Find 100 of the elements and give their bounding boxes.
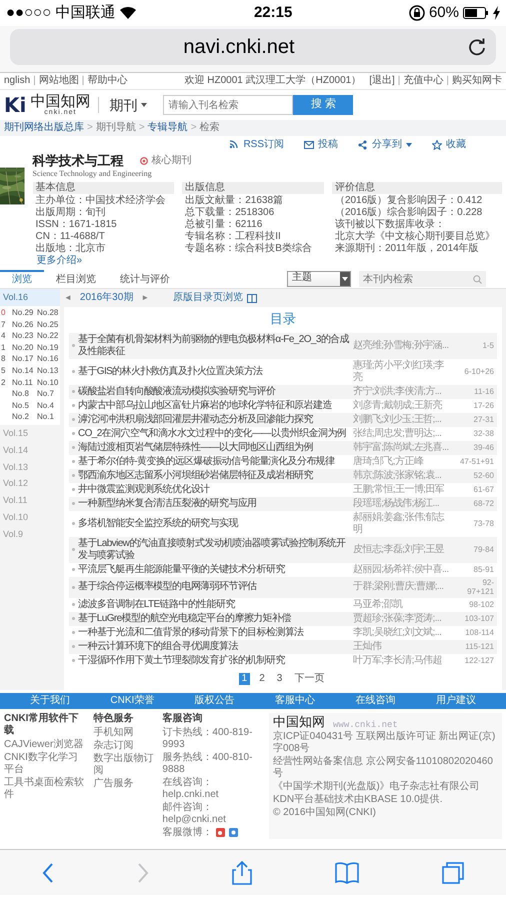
caret-icon[interactable] bbox=[141, 102, 148, 107]
search-field[interactable]: 请输入刊名检索 bbox=[163, 95, 294, 115]
article-title[interactable]: 基于综合停运概率模型的电网薄弱环节评估 bbox=[78, 581, 350, 594]
article-title[interactable]: 海陆过渡相页岩气储层特殊性——以大同地区山西组为例 bbox=[78, 442, 350, 454]
article-title[interactable]: 平流层飞艇再生能源能量平衡的关键技术分析研究 bbox=[78, 564, 350, 576]
issue-link[interactable]: No.2 bbox=[12, 412, 36, 422]
original-toc-link[interactable]: 原版目录页浏览 bbox=[173, 292, 244, 304]
action-link[interactable]: 收藏 bbox=[446, 139, 466, 151]
issue-link[interactable]: No.13 bbox=[37, 366, 61, 376]
share-button[interactable] bbox=[232, 860, 252, 884]
issue-link[interactable]: No.16 bbox=[37, 354, 61, 364]
caret-icon[interactable] bbox=[342, 277, 348, 282]
issue-link[interactable]: No.5 bbox=[12, 400, 36, 410]
issue-link[interactable]: No.14 bbox=[12, 366, 36, 376]
breadcrumb-link[interactable]: 期刊网络出版总库 bbox=[4, 122, 84, 134]
page-button[interactable]: 下一页 bbox=[291, 672, 328, 685]
article-title[interactable]: 基于GIS的林火扑救仿真及扑火位置决策方法 bbox=[78, 366, 350, 378]
footer-link[interactable]: 关于我们 bbox=[30, 694, 70, 707]
article-title[interactable]: 滹沱河冲洪积扇浅部回灌层井灌动态分析及回渗能力探究 bbox=[78, 414, 350, 426]
article-title[interactable]: CO_2在洞穴空气和滴水水文过程中的变化——以贵州织金洞为例 bbox=[78, 428, 350, 440]
breadcrumb-link[interactable]: 专辑导航 bbox=[148, 122, 188, 134]
tab[interactable]: 统计与评价 bbox=[108, 270, 182, 288]
topic-select[interactable]: 主题 bbox=[287, 271, 351, 288]
rss-icon[interactable] bbox=[229, 140, 240, 150]
article-title[interactable]: 一种云计算环境下的组合寻优调度算法 bbox=[78, 640, 350, 653]
volume-item[interactable]: Vol.16 bbox=[0, 289, 60, 306]
top-link[interactable]: 网站地图 bbox=[38, 75, 79, 87]
article-title[interactable]: 鄂西渝东地区志留系小河坝组砂岩储层特征及成岩相研究 bbox=[78, 470, 350, 482]
star-icon[interactable] bbox=[432, 140, 442, 150]
article-title[interactable]: 基于LuGre模型的航空光电稳定平台的摩擦力矩补偿 bbox=[78, 612, 350, 625]
user-link[interactable]: 购买知网卡 bbox=[452, 75, 502, 87]
envelope-icon[interactable] bbox=[304, 140, 314, 150]
footer-link[interactable]: 手机知网 bbox=[94, 726, 154, 739]
issue-link[interactable]: 2 bbox=[1, 378, 11, 388]
footer-link[interactable]: CNKI荣誉 bbox=[110, 694, 154, 707]
user-link[interactable]: [退出] bbox=[369, 75, 395, 87]
issue-link[interactable]: No.10 bbox=[37, 378, 61, 388]
user-link[interactable]: 充值中心 bbox=[403, 75, 444, 87]
top-link[interactable]: 帮助中心 bbox=[87, 75, 128, 87]
issue-link[interactable]: 5 bbox=[1, 366, 11, 376]
issue-link[interactable]: 0 bbox=[1, 308, 11, 318]
issue-link[interactable]: No.29 bbox=[12, 308, 36, 318]
search-button[interactable]: 搜 索 bbox=[293, 95, 354, 115]
social-icon[interactable] bbox=[229, 828, 238, 838]
issue-link[interactable]: No.25 bbox=[37, 320, 61, 330]
issue-link[interactable]: No.8 bbox=[12, 389, 36, 399]
article-title[interactable]: 多塔机智能安全监控系统的研究与实现 bbox=[78, 518, 350, 530]
issue-link[interactable]: No.4 bbox=[37, 400, 61, 410]
issue-link[interactable]: No.23 bbox=[12, 331, 36, 341]
issue-link[interactable]: 4 bbox=[1, 331, 11, 341]
article-title[interactable]: 井中微震监测观测系统优化设计 bbox=[78, 484, 350, 496]
issue-link[interactable]: No.28 bbox=[37, 308, 61, 318]
article-title[interactable]: 内蒙古中部乌拉山地区富钍片麻岩的地球化学特征和原岩建造 bbox=[78, 400, 350, 412]
article-title[interactable]: 基于Labview的汽油直接喷射式发动机喷油器喷雾试验控制系统开发与喷雾试验 bbox=[78, 538, 350, 562]
article-title[interactable]: 滤波多音调制在LTE链路中的性能研究 bbox=[78, 598, 350, 611]
journal-search-field[interactable]: 本刊内检索 bbox=[359, 271, 469, 288]
issue-link[interactable]: 1 bbox=[1, 342, 11, 352]
footer-link[interactable]: 版权公告 bbox=[194, 694, 235, 707]
issue-link[interactable]: No.1 bbox=[37, 412, 61, 422]
issue-link[interactable]: No.17 bbox=[12, 354, 36, 364]
footer-link[interactable]: 用户建议 bbox=[436, 694, 476, 707]
footer-link[interactable]: CNKI数字化学习平台 bbox=[4, 752, 86, 776]
footer-link[interactable]: CAJViewer浏览器 bbox=[4, 738, 86, 751]
page-button[interactable]: 2 bbox=[256, 672, 268, 685]
issue-link[interactable]: No.7 bbox=[37, 389, 61, 399]
article-title[interactable]: 一种基于光流和二值背景的移动背景下的目标检测算法 bbox=[78, 626, 350, 639]
article-title[interactable]: 干湿循环作用下黄土节理裂隙发育扩张的机制研究 bbox=[78, 654, 350, 667]
article-title[interactable]: 一种新型纳米复合清洁压裂液的研究与应用 bbox=[78, 498, 350, 510]
issue-link[interactable]: No.20 bbox=[12, 342, 36, 352]
issue-link[interactable]: 7 bbox=[1, 320, 11, 330]
bookmarks-button[interactable] bbox=[335, 860, 360, 884]
action-link[interactable]: RSS订阅 bbox=[243, 139, 284, 151]
more-link[interactable]: 更多介绍» bbox=[32, 255, 86, 266]
back-button[interactable] bbox=[42, 862, 54, 882]
issue-link[interactable]: No.11 bbox=[12, 378, 36, 388]
book-icon[interactable] bbox=[247, 294, 258, 303]
footer-link[interactable]: 在线咨询 bbox=[356, 694, 396, 707]
action-link[interactable]: 投稿 bbox=[318, 139, 338, 151]
article-title[interactable]: 碳酸盐岩自转向酸酸液流动模拟实验研究与评价 bbox=[78, 386, 350, 398]
footer-link[interactable]: 客服中心 bbox=[275, 694, 316, 707]
article-title[interactable]: 基于希尔伯特-黄变换的远区爆破振动信号能量演化及分布规律 bbox=[78, 456, 350, 468]
footer-link[interactable]: 工具书桌面检索软件 bbox=[4, 776, 86, 801]
issue-link[interactable]: 8 bbox=[1, 354, 11, 364]
issue-link[interactable]: No.19 bbox=[37, 342, 61, 352]
action-link[interactable]: 分享到 bbox=[372, 139, 402, 151]
issue-link[interactable]: No.22 bbox=[37, 331, 61, 341]
tabs-button[interactable] bbox=[442, 862, 464, 884]
footer-link[interactable]: 杂志订阅 bbox=[94, 740, 154, 752]
caret-icon[interactable] bbox=[406, 143, 412, 147]
top-link[interactable]: nglish bbox=[4, 75, 30, 87]
share-icon[interactable] bbox=[358, 140, 368, 150]
footer-link[interactable]: 广告服务 bbox=[94, 778, 154, 790]
reload-icon[interactable] bbox=[468, 38, 486, 56]
issue-link[interactable]: No.26 bbox=[12, 320, 36, 330]
tab[interactable]: 栏目浏览 bbox=[44, 270, 108, 288]
footer-link[interactable]: 数字出版物订阅 bbox=[94, 752, 154, 777]
social-icon[interactable] bbox=[216, 828, 226, 838]
page-button[interactable]: 3 bbox=[274, 672, 286, 685]
page-button[interactable]: 1 bbox=[238, 672, 250, 685]
article-title[interactable]: 基于全菌有机骨架材料为前驱物的锂电负极材料α-Fe_2O_3的合成及性能表征 bbox=[78, 334, 350, 358]
